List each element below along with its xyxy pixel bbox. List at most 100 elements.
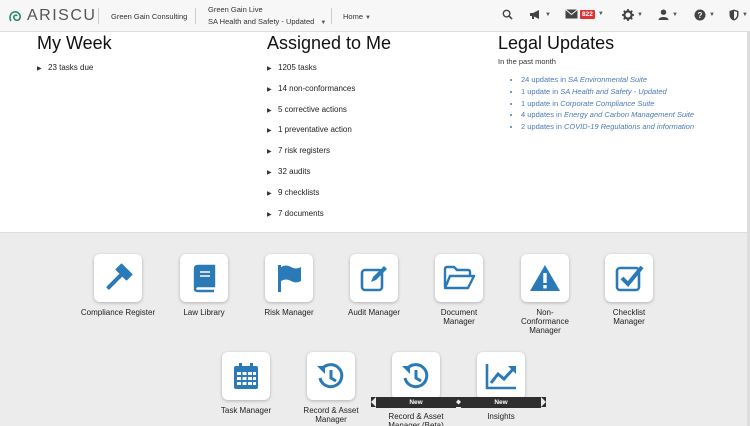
- gear-icon: [622, 9, 634, 21]
- list-item[interactable]: ▶ 5 corrective actions: [267, 105, 355, 126]
- app-compliance-register[interactable]: Compliance Register: [78, 254, 158, 317]
- caret-right-icon: ▶: [267, 169, 272, 176]
- site-suite: SA Health and Safety - Updated: [208, 17, 315, 26]
- chevron-down-icon: ▼: [545, 11, 551, 18]
- list-item[interactable]: ▶ 14 non-conformances: [267, 84, 355, 105]
- legal-update-link[interactable]: 4 updates in Energy and Carbon Managemen…: [521, 109, 697, 121]
- app-task-manager[interactable]: Task Manager: [206, 352, 286, 415]
- legal-updates-subtitle: In the past month: [498, 57, 556, 66]
- legal-updates-list: 24 updates in SA Environmental Suite 1 u…: [512, 74, 697, 133]
- app-record-asset-manager[interactable]: Record & Asset Manager: [291, 352, 371, 424]
- announcements-menu[interactable]: ▼: [529, 9, 551, 20]
- list-item-label: 1205 tasks: [278, 63, 317, 72]
- security-menu[interactable]: ▼: [729, 9, 748, 21]
- app-document-manager[interactable]: Document Manager: [419, 254, 499, 326]
- update-count: 24 updates in: [521, 75, 569, 84]
- folder-open-icon: [443, 265, 476, 290]
- line-chart-icon: [485, 364, 516, 390]
- suite-name: Energy and Carbon Management Suite: [563, 110, 695, 120]
- app-tile[interactable]: [521, 254, 569, 302]
- user-icon: [658, 9, 669, 20]
- list-item[interactable]: ▶ 1205 tasks: [267, 63, 355, 84]
- caret-right-icon: ▶: [267, 66, 272, 72]
- list-item[interactable]: ▶ 32 audits: [267, 167, 355, 188]
- app-insights[interactable]: New Insights: [456, 352, 546, 421]
- app-tile[interactable]: [605, 254, 653, 302]
- app-tile[interactable]: [435, 254, 483, 302]
- legal-update-link[interactable]: 2 updates in COVID-19 Regulations and in…: [521, 121, 697, 133]
- user-menu[interactable]: ▼: [658, 9, 678, 20]
- legal-update-link[interactable]: 1 update in SA Health and Safety - Updat…: [521, 86, 697, 98]
- warning-icon: [530, 265, 560, 291]
- search-button[interactable]: [502, 9, 513, 20]
- list-item[interactable]: ▶ 9 checklists: [267, 188, 355, 209]
- settings-menu[interactable]: ▼: [622, 9, 643, 21]
- logo-icon: [9, 11, 21, 22]
- list-item-label: 5 corrective actions: [278, 104, 347, 114]
- gavel-icon: [106, 263, 133, 290]
- app-tile[interactable]: [222, 352, 270, 400]
- list-item[interactable]: ▶ 7 risk registers: [267, 146, 355, 167]
- caret-right-icon: ▶: [267, 128, 272, 135]
- svg-text:?: ?: [698, 11, 703, 20]
- help-menu[interactable]: ? ▼: [694, 9, 715, 21]
- search-icon: [502, 9, 513, 20]
- update-count: 1 update in: [521, 98, 561, 108]
- home-menu[interactable]: Home ▼: [343, 12, 371, 21]
- top-navbar: ARISCU Green Gain Consulting Green Gain …: [0, 0, 750, 32]
- inbox-count-badge: 822: [580, 9, 595, 19]
- app-label: Task Manager: [220, 406, 272, 415]
- list-item-label: 23 tasks due: [48, 63, 94, 72]
- app-label: Record & Asset Manager: [303, 406, 359, 424]
- app-tile[interactable]: New: [456, 352, 546, 408]
- app-non-conformance-manager[interactable]: Non-Conformance Manager: [505, 254, 585, 335]
- legal-update-link[interactable]: 1 update in Corporate Compliance Suite: [521, 98, 697, 110]
- app-tile[interactable]: [350, 254, 398, 302]
- app-tile[interactable]: [94, 254, 142, 302]
- ariscu-logo[interactable]: ARISCU: [8, 7, 96, 25]
- update-count: 4 updates in: [521, 110, 564, 120]
- app-record-asset-manager-beta[interactable]: New Record & Asset Manager (Beta): [371, 352, 461, 426]
- divider: [195, 8, 196, 24]
- legal-update-link[interactable]: 24 updates in SA Environmental Suite: [521, 74, 697, 86]
- caret-right-icon: ▶: [267, 107, 272, 114]
- home-label: Home: [343, 12, 364, 21]
- list-item[interactable]: ▶ 1 preventative action: [267, 125, 355, 146]
- chevron-down-icon: ▼: [320, 20, 327, 26]
- app-tile[interactable]: [180, 254, 228, 302]
- chevron-down-icon: ▼: [365, 15, 371, 21]
- edit-icon: [360, 266, 387, 292]
- app-label: Law Library: [183, 308, 225, 317]
- inbox-menu[interactable]: 822 ▼: [565, 9, 604, 19]
- app-label: Risk Manager: [264, 308, 314, 317]
- app-audit-manager[interactable]: Audit Manager: [334, 254, 414, 317]
- org-name[interactable]: Green Gain Consulting: [111, 12, 187, 21]
- chevron-down-icon: ▼: [637, 12, 643, 18]
- legal-updates-title: Legal Updates: [498, 33, 615, 53]
- book-icon: [193, 264, 216, 293]
- suite-name: COVID-19 Regulations and information: [563, 122, 695, 132]
- calendar-icon: [234, 363, 258, 389]
- divider: [331, 8, 332, 24]
- site-selector[interactable]: Green Gain Live SA Health and Safety - U…: [208, 5, 326, 26]
- app-risk-manager[interactable]: Risk Manager: [249, 254, 329, 317]
- list-item-label: 1 preventative action: [278, 125, 352, 135]
- app-tile[interactable]: New: [371, 352, 461, 408]
- my-week-list: ▶ 23 tasks due: [37, 63, 93, 84]
- app-label: Insights: [487, 412, 515, 421]
- suite-name: SA Environmental Suite: [568, 75, 648, 84]
- list-item[interactable]: ▶ 7 documents: [267, 209, 355, 230]
- megaphone-icon: [530, 10, 539, 19]
- app-label: Non-Conformance Manager: [520, 308, 570, 335]
- history-icon: [402, 363, 429, 389]
- app-checklist-manager[interactable]: Checklist Manager: [589, 254, 669, 326]
- app-tile[interactable]: [265, 254, 313, 302]
- caret-right-icon: ▶: [267, 211, 272, 218]
- list-item[interactable]: ▶ 23 tasks due: [37, 63, 93, 84]
- app-label: Checklist Manager: [612, 308, 646, 326]
- assigned-list: ▶ 1205 tasks ▶ 14 non-conformances ▶ 5 corr…: [267, 63, 355, 229]
- app-law-library[interactable]: Law Library: [164, 254, 244, 317]
- update-count: 1 update in: [521, 86, 561, 96]
- app-tile[interactable]: [307, 352, 355, 400]
- suite-name: SA Health and Safety - Updated: [560, 86, 667, 96]
